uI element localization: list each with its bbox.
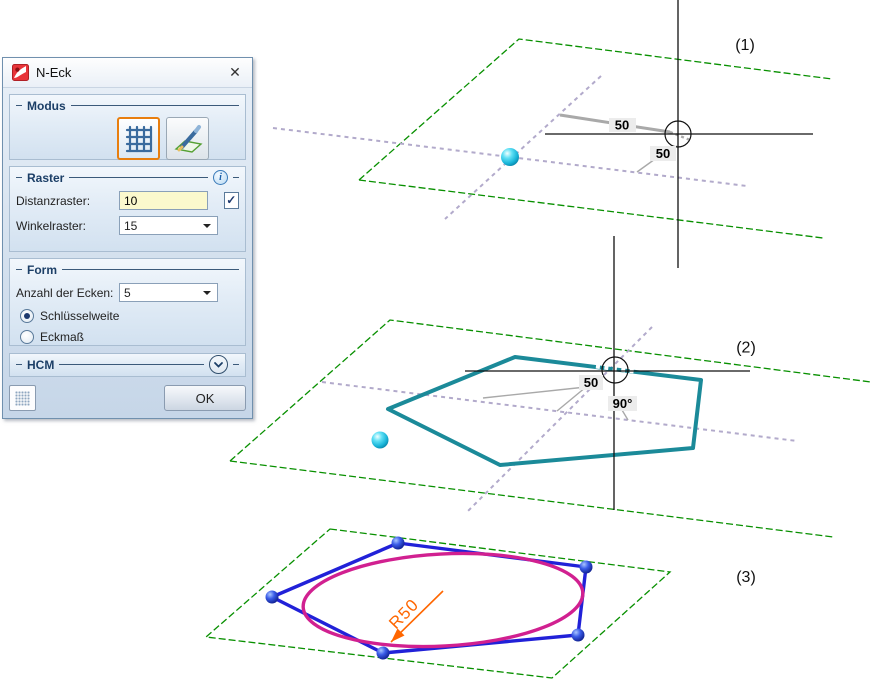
radio-eckmass[interactable] <box>20 330 34 344</box>
dim-50-vertical: 50 <box>656 146 670 161</box>
dropdown-arrow-icon <box>203 290 211 295</box>
work-plane-3 <box>204 528 672 679</box>
figure-3: R50 (3) <box>204 528 756 679</box>
group-form-label: Form <box>27 262 57 277</box>
dialog-titlebar[interactable]: N-Eck ✕ <box>3 58 252 88</box>
group-collapse-dash <box>16 177 22 178</box>
mode-sketch-button[interactable] <box>166 117 209 160</box>
group-collapse-dash <box>16 364 22 365</box>
work-plane-2 <box>229 319 871 538</box>
start-point-sphere-1 <box>501 148 519 166</box>
figure-2-label: (2) <box>736 340 756 357</box>
group-raster: Raster i Distanzraster: ✓ Winkelraster: … <box>9 166 246 252</box>
figure-3-label: (3) <box>736 569 756 586</box>
grid-settings-button[interactable] <box>9 385 36 411</box>
group-rule-end <box>233 177 239 178</box>
chevron-down-icon <box>214 362 223 368</box>
group-modus-label: Modus <box>27 98 66 113</box>
info-icon[interactable]: i <box>213 170 228 185</box>
hicad-app-icon <box>12 64 29 81</box>
group-hcm-label: HCM <box>27 357 55 372</box>
anzahl-ecken-label: Anzahl der Ecken: <box>16 285 114 300</box>
group-raster-label: Raster <box>27 170 65 185</box>
dim-r50-radius: R50 <box>385 595 422 633</box>
dim-90-angle: 90° <box>613 396 633 411</box>
radio-eckmass-label: Eckmaß <box>40 330 85 344</box>
group-rule <box>69 177 208 178</box>
figure-2: 50 90° (2) <box>229 236 871 538</box>
distanzraster-label: Distanzraster: <box>16 193 91 208</box>
mode-grid-button[interactable] <box>117 117 160 160</box>
app-window: 50 50 (1) 50 90° (2) R50 (3) N-Eck ✕ Mod… <box>0 0 871 681</box>
dim-leader-2a <box>482 386 587 399</box>
dim-line-50-1-dashed <box>669 130 691 142</box>
group-rule-end <box>233 364 239 365</box>
figure-1: 50 50 (1) <box>272 0 833 268</box>
anzahl-ecken-dropdown[interactable]: 5 <box>119 283 218 302</box>
winkelraster-label: Winkelraster: <box>16 218 87 233</box>
dot-grid-icon <box>15 390 30 406</box>
dim-50-horizontal: 50 <box>615 118 629 133</box>
grid-icon <box>125 125 152 152</box>
radio-schluesselweite[interactable] <box>20 309 34 323</box>
work-plane-1 <box>358 38 833 239</box>
group-collapse-dash <box>16 269 22 270</box>
anzahl-ecken-value: 5 <box>124 285 131 300</box>
n-eck-dialog: N-Eck ✕ Modus Raster i Distanzraster: 10… <box>2 57 253 419</box>
close-icon[interactable]: ✕ <box>226 64 244 81</box>
start-point-sphere-2 <box>371 431 389 449</box>
distanzraster-input[interactable] <box>120 192 207 209</box>
group-rule <box>59 364 204 365</box>
group-hcm: HCM <box>9 353 246 377</box>
winkelraster-dropdown[interactable]: 15 <box>119 216 218 235</box>
distanzraster-checkbox[interactable]: ✓ <box>223 192 239 209</box>
group-form: Form Anzahl der Ecken: 5 Schlüsselweite … <box>9 258 246 346</box>
dim-leader-2c <box>621 409 629 421</box>
group-rule <box>70 105 239 106</box>
figure-1-label: (1) <box>735 37 755 54</box>
grid-line-1-steep <box>444 75 602 220</box>
pencil-icon <box>173 124 203 153</box>
ok-button[interactable]: OK <box>164 385 246 411</box>
group-collapse-dash <box>16 105 22 106</box>
expand-hcm-button[interactable] <box>209 355 228 374</box>
distanzraster-field[interactable] <box>119 191 208 210</box>
radio-schluesselweite-label: Schlüsselweite <box>40 309 120 323</box>
pentagon-teal <box>386 355 703 467</box>
dim-50-distance: 50 <box>584 375 598 390</box>
winkelraster-value: 15 <box>124 218 138 233</box>
pentagon-blue <box>270 541 588 655</box>
dialog-title: N-Eck <box>36 65 72 80</box>
dropdown-arrow-icon <box>203 223 211 228</box>
group-rule <box>62 269 239 270</box>
group-modus: Modus <box>9 94 246 160</box>
radius-dimension: R50 <box>385 590 444 643</box>
